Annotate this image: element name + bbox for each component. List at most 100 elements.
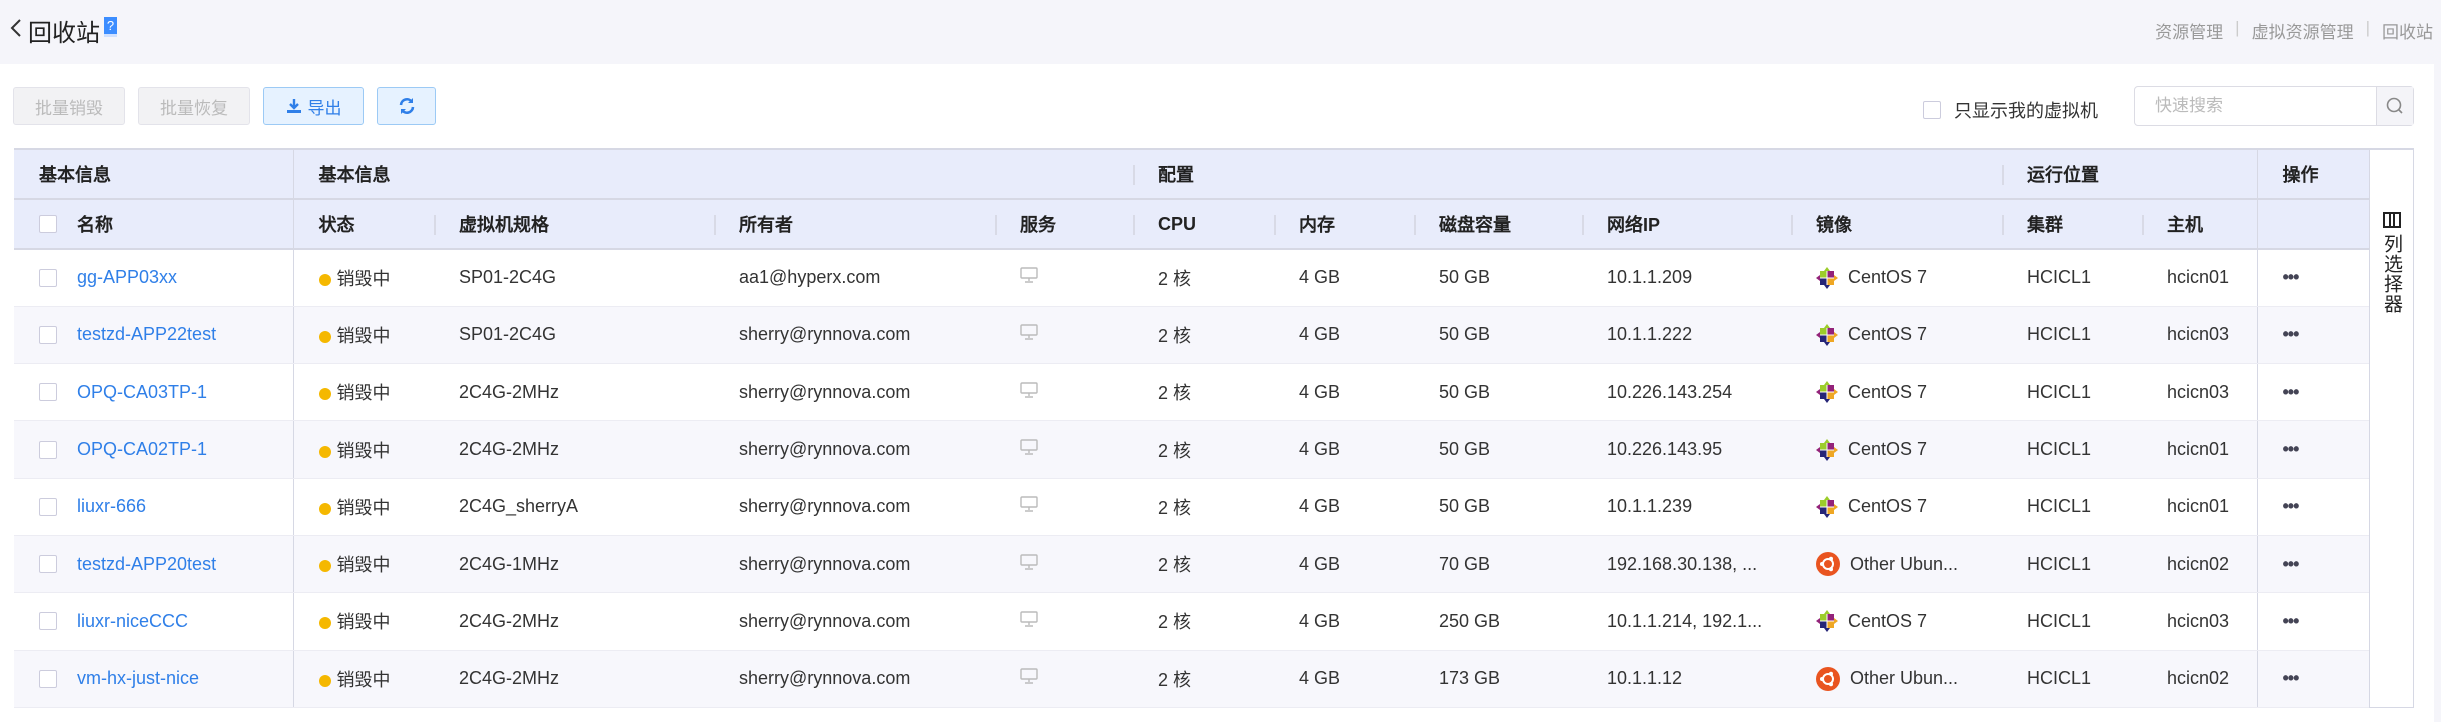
group-location: 运行位置: [2002, 149, 2257, 200]
more-actions-icon[interactable]: •••: [2283, 611, 2300, 631]
vm-name-link[interactable]: liuxr-niceCCC: [77, 611, 188, 632]
cell-image: Other Ubun...: [1791, 650, 2002, 708]
vm-name-link[interactable]: vm-hx-just-nice: [77, 668, 199, 689]
more-actions-icon[interactable]: •••: [2283, 496, 2300, 516]
status-dot-icon: [318, 273, 331, 286]
table-row[interactable]: vm-hx-just-nice 销毁中 2C4G-2MHz sherry@rynnov…: [14, 650, 2369, 708]
cell-service: [995, 592, 1133, 651]
cell-disk: 173 GB: [1414, 650, 1582, 708]
cell-actions: •••: [2256, 650, 2369, 708]
cell-name: OPQ-CA02TP-1: [14, 420, 294, 479]
more-actions-icon[interactable]: •••: [2283, 324, 2300, 344]
more-actions-icon[interactable]: •••: [2283, 267, 2300, 287]
cell-owner: sherry@rynnova.com: [714, 306, 995, 365]
cell-memory: 4 GB: [1274, 535, 1414, 594]
row-checkbox[interactable]: [39, 612, 57, 631]
table-row[interactable]: gg-APP03xx 销毁中 SP01-2C4G aa1@hyperx.com 2 核4…: [14, 249, 2369, 307]
row-checkbox[interactable]: [39, 440, 57, 459]
cell-cluster: HCICL1: [2002, 535, 2142, 594]
image-name: CentOS 7: [1848, 381, 1928, 402]
table-row[interactable]: liuxr-666 销毁中 2C4G_sherryA sherry@rynnova.c…: [14, 478, 2369, 536]
centos-icon: [1816, 266, 1838, 289]
export-button[interactable]: 导出: [263, 87, 364, 125]
batch-restore-button[interactable]: 批量恢复: [138, 87, 250, 125]
cell-image: CentOS 7: [1791, 592, 2002, 651]
console-icon[interactable]: [1020, 610, 1038, 628]
only-mine-checkbox[interactable]: [1923, 101, 1941, 119]
only-mine-filter[interactable]: 只显示我的虚拟机: [1923, 97, 2098, 123]
cell-host: hcicn03: [2142, 306, 2257, 365]
row-checkbox[interactable]: [39, 555, 57, 574]
console-icon[interactable]: [1020, 323, 1038, 341]
table-row[interactable]: testzd-APP22test 销毁中 SP01-2C4G sherry@rynno…: [14, 306, 2369, 365]
group-basic-info: 基本信息: [14, 149, 294, 200]
status-dot-icon: [318, 617, 331, 630]
table-row[interactable]: testzd-APP20test 销毁中 2C4G-1MHz sherry@rynno…: [14, 535, 2369, 594]
batch-destroy-button[interactable]: 批量销毁: [13, 87, 125, 125]
select-all-checkbox[interactable]: [39, 215, 57, 233]
cell-ip: 10.1.1.214, 192.1...: [1582, 592, 1791, 651]
table-row[interactable]: OPQ-CA02TP-1 销毁中 2C4G-2MHz sherry@rynnova.c…: [14, 420, 2369, 479]
search-input[interactable]: [2135, 87, 2376, 125]
breadcrumb-resource-mgmt[interactable]: 资源管理: [2155, 18, 2223, 43]
col-name-label: 名称: [77, 215, 113, 235]
row-checkbox[interactable]: [39, 383, 57, 402]
status-text: 销毁中: [336, 268, 391, 289]
cell-disk: 50 GB: [1414, 306, 1582, 365]
table-row[interactable]: OPQ-CA03TP-1 销毁中 2C4G-2MHz sherry@rynnova.c…: [14, 363, 2369, 422]
column-selector-label: 列选择器: [2381, 234, 2402, 314]
back-chevron-icon[interactable]: [6, 14, 30, 42]
console-icon[interactable]: [1020, 667, 1038, 685]
console-icon[interactable]: [1020, 553, 1038, 571]
refresh-button[interactable]: [377, 87, 436, 125]
breadcrumb-virtual-resource-mgmt[interactable]: 虚拟资源管理: [2252, 18, 2354, 43]
col-cluster: 集群: [2002, 199, 2142, 250]
console-icon[interactable]: [1020, 495, 1038, 513]
search-button[interactable]: [2376, 87, 2413, 125]
status-text: 销毁中: [336, 669, 391, 690]
vm-name-link[interactable]: testzd-APP22test: [77, 324, 216, 345]
cell-name: testzd-APP22test: [14, 306, 294, 365]
vm-name-link[interactable]: liuxr-666: [77, 496, 146, 517]
cell-cpu: 2 核: [1133, 650, 1274, 708]
cell-disk: 70 GB: [1414, 535, 1582, 594]
cell-cpu: 2 核: [1133, 363, 1274, 422]
cell-actions: •••: [2256, 249, 2369, 307]
more-actions-icon[interactable]: •••: [2283, 439, 2300, 459]
col-actions: [2256, 199, 2369, 250]
image-name: CentOS 7: [1848, 610, 1928, 631]
cell-memory: 4 GB: [1274, 249, 1414, 307]
more-actions-icon[interactable]: •••: [2283, 382, 2300, 402]
column-selector[interactable]: 列选择器: [2369, 148, 2414, 708]
image-name: CentOS 7: [1848, 324, 1928, 345]
table-row[interactable]: liuxr-niceCCC 销毁中 2C4G-2MHz sherry@rynnova.…: [14, 592, 2369, 651]
row-checkbox[interactable]: [39, 268, 57, 287]
vm-name-link[interactable]: OPQ-CA02TP-1: [77, 439, 207, 460]
row-checkbox[interactable]: [39, 497, 57, 516]
ubuntu-icon: [1816, 666, 1840, 691]
row-checkbox[interactable]: [39, 669, 57, 688]
vm-name-link[interactable]: gg-APP03xx: [77, 267, 177, 288]
cell-cluster: HCICL1: [2002, 650, 2142, 708]
cell-memory: 4 GB: [1274, 650, 1414, 708]
more-actions-icon[interactable]: •••: [2283, 554, 2300, 574]
cell-image: CentOS 7: [1791, 249, 2002, 307]
console-icon[interactable]: [1020, 266, 1038, 284]
more-actions-icon[interactable]: •••: [2283, 668, 2300, 688]
help-icon[interactable]: ?: [104, 17, 117, 37]
console-icon[interactable]: [1020, 381, 1038, 399]
vm-name-link[interactable]: testzd-APP20test: [77, 554, 216, 575]
centos-icon: [1816, 381, 1838, 404]
panel-edge: [2434, 64, 2441, 722]
row-checkbox[interactable]: [39, 325, 57, 344]
status-dot-icon: [318, 445, 331, 458]
cell-ip: 10.226.143.254: [1582, 363, 1791, 422]
cell-disk: 250 GB: [1414, 592, 1582, 651]
vm-name-link[interactable]: OPQ-CA03TP-1: [77, 382, 207, 403]
cell-status: 销毁中: [293, 249, 434, 307]
cell-ip: 10.226.143.95: [1582, 420, 1791, 479]
cell-disk: 50 GB: [1414, 249, 1582, 307]
console-icon[interactable]: [1020, 438, 1038, 456]
cell-name: testzd-APP20test: [14, 535, 294, 594]
cell-memory: 4 GB: [1274, 478, 1414, 536]
